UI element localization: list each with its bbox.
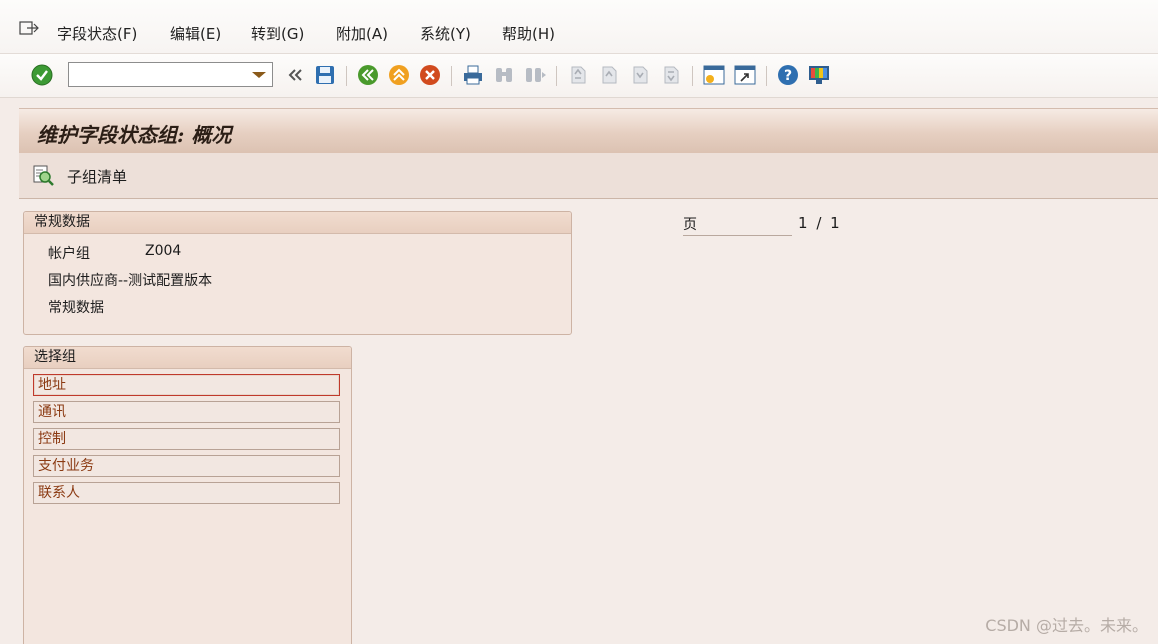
- watermark: CSDN @过去。未来。: [985, 616, 1148, 635]
- toolbar-separator: [556, 66, 557, 86]
- print-icon[interactable]: [461, 63, 485, 87]
- page-current: 1: [798, 214, 808, 232]
- check-icon[interactable]: [30, 63, 54, 87]
- account-group-value: Z004: [145, 243, 182, 259]
- toolbar-separator: [346, 66, 347, 86]
- green-back-icon[interactable]: [356, 63, 380, 87]
- cancel-icon[interactable]: [418, 63, 442, 87]
- menu-system[interactable]: 系统(Y): [420, 23, 471, 44]
- next-page-icon[interactable]: [628, 63, 652, 87]
- menu-extras[interactable]: 附加(A): [336, 23, 388, 44]
- menu-help[interactable]: 帮助(H): [502, 23, 555, 44]
- select-group-payment-button[interactable]: 支付业务: [33, 455, 340, 477]
- select-group-header: 选择组: [24, 347, 351, 369]
- command-field[interactable]: [68, 62, 273, 87]
- first-page-icon[interactable]: [566, 63, 590, 87]
- toolbar-separator: [766, 66, 767, 86]
- find-next-icon[interactable]: [523, 63, 547, 87]
- menu-bar: 字段状态(F) 编辑(E) 转到(G) 附加(A) 系统(Y) 帮助(H): [0, 0, 1158, 54]
- menu-field-status[interactable]: 字段状态(F): [57, 23, 137, 44]
- customize-icon[interactable]: [807, 63, 831, 87]
- command-input[interactable]: [73, 64, 247, 87]
- general-data-header: 常规数据: [24, 212, 571, 234]
- help-icon[interactable]: ?: [776, 63, 800, 87]
- menu-goto[interactable]: 转到(G): [251, 23, 304, 44]
- page-label: 页: [683, 214, 792, 236]
- page-total: 1: [830, 214, 840, 232]
- select-group-contact-button[interactable]: 联系人: [33, 482, 340, 504]
- section-label: 常规数据: [48, 300, 104, 316]
- save-icon[interactable]: [313, 63, 337, 87]
- last-page-icon[interactable]: [659, 63, 683, 87]
- account-group-description: 国内供应商--测试配置版本: [48, 273, 213, 289]
- page-indicator: 1 / 1: [798, 214, 840, 232]
- subgroup-list-button[interactable]: 子组清单: [67, 166, 127, 187]
- up-icon[interactable]: [387, 63, 411, 87]
- title-bar: 维护字段状态组: 概况: [19, 108, 1158, 154]
- select-group-address-button[interactable]: 地址: [33, 374, 340, 396]
- menu-edit[interactable]: 编辑(E): [170, 23, 221, 44]
- page-title: 维护字段状态组: 概况: [37, 123, 232, 147]
- menu-exit-icon[interactable]: [19, 20, 39, 36]
- standard-toolbar: ?: [0, 54, 1158, 98]
- general-data-group: 常规数据 帐户组 Z004 国内供应商--测试配置版本 常规数据: [23, 211, 572, 335]
- back-icon[interactable]: [283, 63, 307, 87]
- shortcut-icon[interactable]: [733, 63, 757, 87]
- find-icon[interactable]: [492, 63, 516, 87]
- page-separator: /: [816, 214, 822, 232]
- toolbar-separator: [451, 66, 452, 86]
- application-toolbar: 子组清单: [19, 153, 1158, 199]
- toolbar-separator: [692, 66, 693, 86]
- account-group-label: 帐户组: [48, 246, 90, 262]
- subgroup-list-icon[interactable]: [31, 163, 55, 187]
- select-group: 选择组 地址 通讯 控制 支付业务 联系人: [23, 346, 352, 644]
- select-group-control-button[interactable]: 控制: [33, 428, 340, 450]
- chevron-down-icon[interactable]: [252, 72, 266, 78]
- prev-page-icon[interactable]: [597, 63, 621, 87]
- select-group-communication-button[interactable]: 通讯: [33, 401, 340, 423]
- new-session-icon[interactable]: [702, 63, 726, 87]
- svg-text:?: ?: [784, 68, 792, 84]
